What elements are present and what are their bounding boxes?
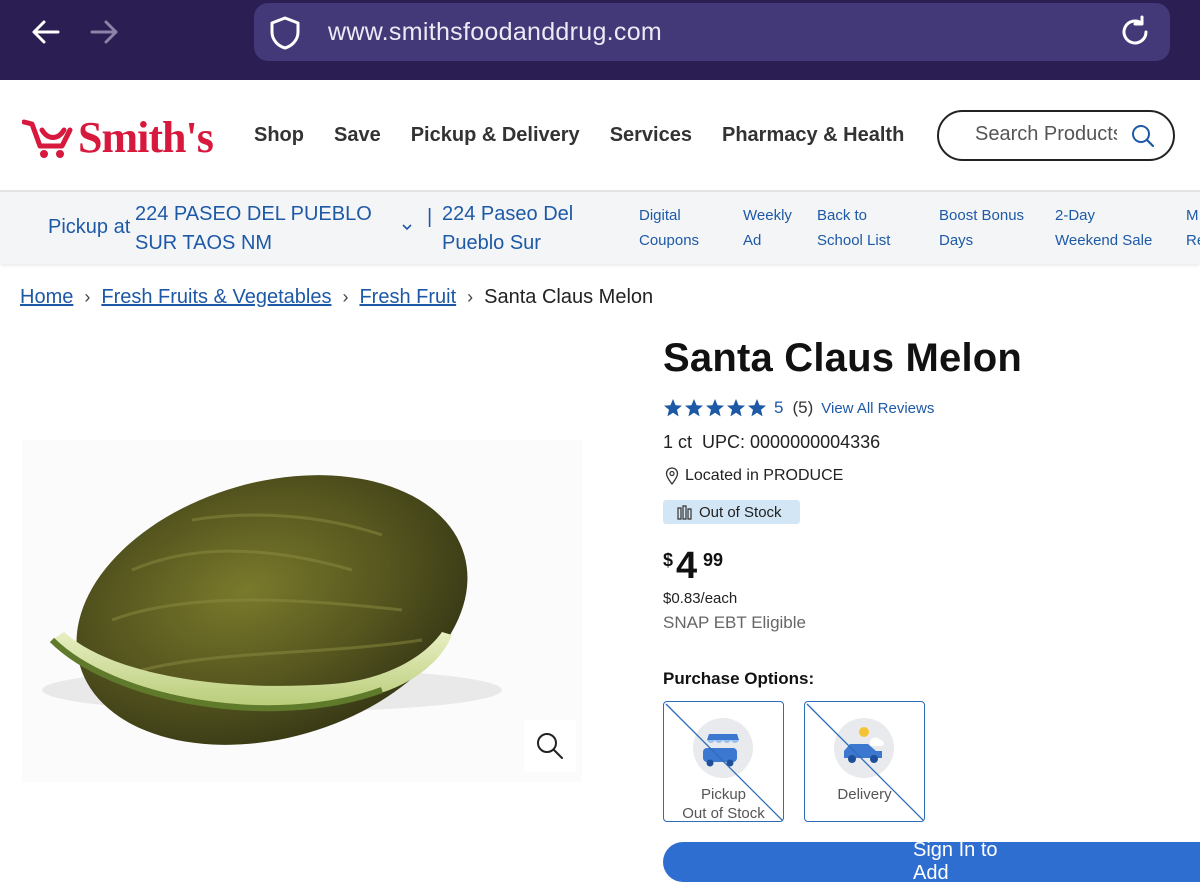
nav-pharmacy-health[interactable]: Pharmacy & Health bbox=[722, 124, 904, 147]
unavailable-strike bbox=[665, 703, 783, 821]
search-box bbox=[937, 110, 1175, 161]
reload-icon[interactable] bbox=[1118, 15, 1152, 49]
product-image[interactable] bbox=[22, 440, 582, 782]
nav-pickup-delivery[interactable]: Pickup & Delivery bbox=[411, 124, 580, 147]
sign-in-label: Sign In to Add bbox=[913, 839, 998, 884]
forward-arrow-icon[interactable] bbox=[86, 14, 122, 50]
stock-status-text: Out of Stock bbox=[699, 503, 782, 521]
chevron-down-icon[interactable] bbox=[400, 222, 414, 232]
price-dollars: 4 bbox=[676, 545, 698, 587]
url-text: www.smithsfoodanddrug.com bbox=[328, 18, 663, 46]
nav-services[interactable]: Services bbox=[610, 124, 692, 147]
breadcrumb-current: Santa Claus Melon bbox=[484, 286, 654, 308]
pickup-label[interactable]: Pickup at bbox=[48, 216, 130, 239]
stars-icon bbox=[664, 399, 766, 417]
snap-eligibility: SNAP EBT Eligible bbox=[663, 613, 806, 632]
chevron-right-icon: › bbox=[342, 287, 349, 307]
location-pin-icon bbox=[665, 467, 679, 485]
product-upc: UPC: 0000000004336 bbox=[702, 432, 881, 452]
rating-count: (5) bbox=[792, 398, 814, 417]
back-arrow-icon[interactable] bbox=[28, 14, 64, 50]
link-weekend-sale[interactable]: 2-Day Weekend Sale bbox=[1055, 203, 1152, 253]
chevron-right-icon: › bbox=[84, 287, 91, 307]
delivery-label: Delivery bbox=[837, 786, 892, 803]
size-upc: 1 ct UPC: 0000000004336 bbox=[663, 432, 880, 453]
magnifier-icon bbox=[537, 733, 563, 759]
delivery-option[interactable]: Delivery bbox=[804, 701, 925, 822]
link-more[interactable]: MRe bbox=[1186, 203, 1200, 253]
cart-logo-icon bbox=[22, 119, 73, 158]
shield-icon bbox=[270, 16, 300, 50]
breadcrumb-fresh-fruit[interactable]: Fresh Fruit bbox=[359, 286, 456, 309]
chevron-right-icon: › bbox=[467, 287, 474, 307]
pickup-address[interactable]: 224 PASEO DEL PUEBLO SUR TAOS NM bbox=[135, 200, 385, 258]
divider: | bbox=[427, 206, 433, 228]
nav-save[interactable]: Save bbox=[334, 124, 381, 147]
price-cents: 99 bbox=[703, 550, 724, 570]
product-location: Located in PRODUCE bbox=[665, 467, 843, 485]
breadcrumb: Home › Fresh Fruits & Vegetables › Fresh… bbox=[20, 286, 653, 309]
pickup-option[interactable]: Pickup Out of Stock bbox=[663, 701, 784, 822]
purchase-options-title: Purchase Options: bbox=[663, 669, 815, 688]
link-boost-bonus-days[interactable]: Boost Bonus Days bbox=[939, 203, 1024, 253]
sign-in-to-add-button[interactable]: Sign In to Add bbox=[663, 839, 1200, 884]
stock-status-badge: Out of Stock bbox=[663, 500, 800, 524]
melon-illustration bbox=[42, 475, 502, 745]
unavailable-strike bbox=[806, 703, 924, 821]
site-header: Smith's Shop Save Pickup & Delivery Serv… bbox=[0, 80, 1200, 192]
breadcrumb-home[interactable]: Home bbox=[20, 286, 73, 309]
zoom-button[interactable] bbox=[524, 720, 576, 772]
logo-text: Smith's bbox=[78, 113, 214, 162]
location-text: Located in PRODUCE bbox=[685, 467, 844, 484]
browser-toolbar: www.smithsfoodanddrug.com bbox=[0, 0, 1200, 80]
price-currency: $ bbox=[663, 550, 674, 570]
address-bar[interactable]: www.smithsfoodanddrug.com bbox=[254, 3, 1170, 61]
pickup-status: Out of Stock bbox=[682, 805, 765, 822]
main-nav: Shop Save Pickup & Delivery Services Pha… bbox=[254, 124, 934, 147]
search-icon[interactable] bbox=[1131, 124, 1155, 148]
store-shelf-icon bbox=[677, 505, 692, 520]
rating-value: 5 bbox=[774, 398, 784, 417]
view-all-reviews-link[interactable]: View All Reviews bbox=[821, 400, 934, 417]
smiths-logo[interactable]: Smith's bbox=[22, 112, 214, 162]
store-subnav: Pickup at 224 PASEO DEL PUEBLO SUR TAOS … bbox=[0, 192, 1200, 264]
link-back-to-school[interactable]: Back to School List bbox=[817, 203, 890, 253]
rating-row: 5 (5) View All Reviews bbox=[663, 398, 934, 418]
store-name[interactable]: 224 Paseo Del Pueblo Sur bbox=[442, 200, 612, 258]
product-title: Santa Claus Melon bbox=[663, 336, 1023, 380]
unit-price: $0.83/each bbox=[663, 590, 738, 607]
link-digital-coupons[interactable]: Digital Coupons bbox=[639, 203, 699, 253]
breadcrumb-fruits-vegetables[interactable]: Fresh Fruits & Vegetables bbox=[101, 286, 331, 309]
pickup-label: Pickup bbox=[700, 786, 747, 803]
search-input[interactable] bbox=[975, 123, 1117, 146]
product-size: 1 ct bbox=[663, 432, 693, 452]
link-weekly-ad[interactable]: Weekly Ad bbox=[743, 203, 792, 253]
nav-shop[interactable]: Shop bbox=[254, 124, 304, 147]
star-rating bbox=[663, 398, 768, 418]
